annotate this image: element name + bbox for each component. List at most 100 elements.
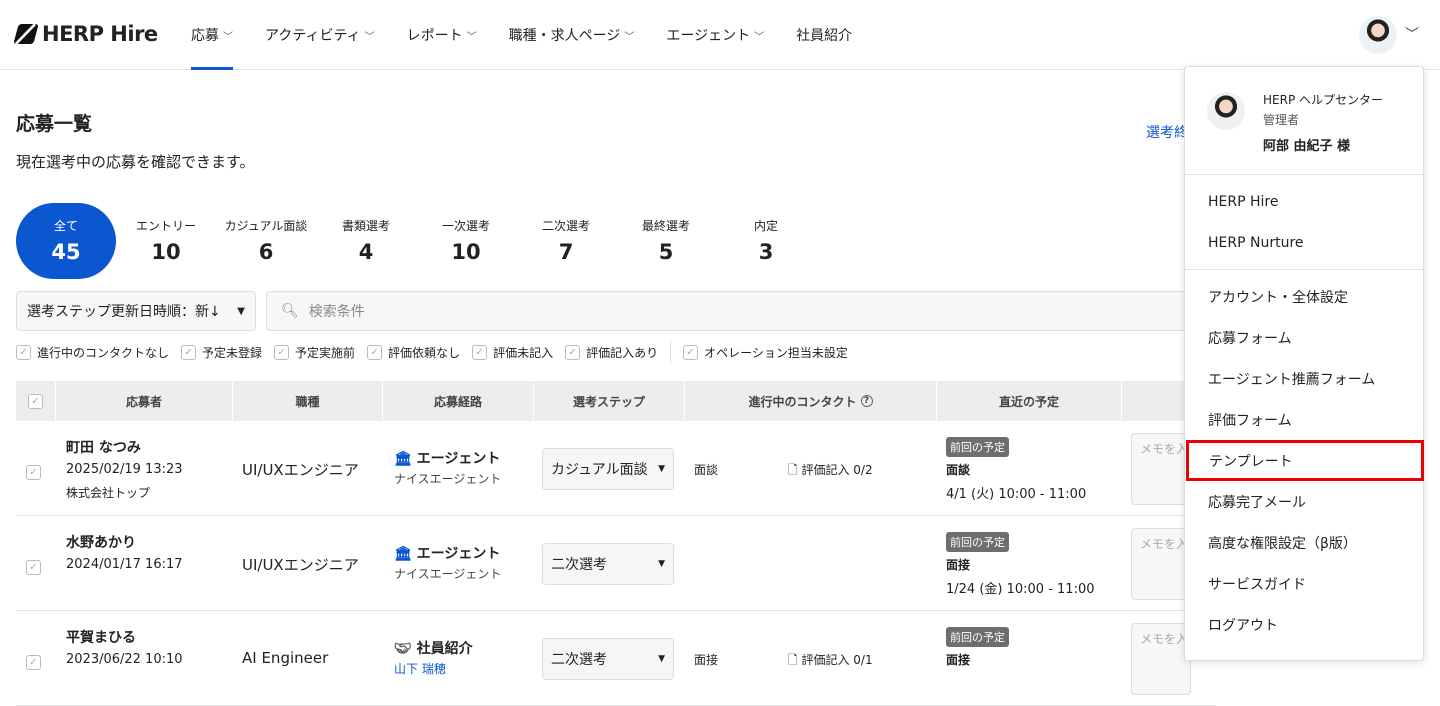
checkbox[interactable]: ✓ xyxy=(274,344,290,360)
herp-hire-logo[interactable]: HERP Hire xyxy=(13,22,158,46)
stat-count: 6 xyxy=(258,240,274,264)
checkbox[interactable]: ✓ xyxy=(683,344,699,360)
sort-value: 選考ステップ更新日時順：新↓ xyxy=(27,304,221,320)
filter-no-operator[interactable]: ✓ オペレーション担当未設定 xyxy=(683,344,848,361)
memo-input[interactable]: メモを入力 xyxy=(1131,528,1191,600)
previous-schedule-badge: 前回の予定 xyxy=(946,532,1009,552)
stat-final[interactable]: 最終選考 5 xyxy=(616,203,716,279)
menu-evaluation-form[interactable]: 評価フォーム xyxy=(1185,399,1423,440)
menu-herp-hire[interactable]: HERP Hire xyxy=(1185,181,1423,222)
filter-before-schedule[interactable]: ✓ 予定実施前 xyxy=(274,344,355,361)
filter-no-schedule[interactable]: ✓ 予定未登録 xyxy=(181,344,262,361)
route-label: エージェント xyxy=(416,451,501,467)
contact-type: 面接 xyxy=(694,653,719,667)
nav-agent[interactable]: エージェント ﹀ xyxy=(666,0,764,70)
route-icon: 🏛︎ xyxy=(394,546,412,562)
sort-select[interactable]: 選考ステップ更新日時順：新↓ ▼ xyxy=(16,291,256,331)
finished-link[interactable]: 選考終 xyxy=(1146,122,1188,142)
nav-activity[interactable]: アクティビティ ﹀ xyxy=(265,0,375,70)
memo-input[interactable]: メモを入力 xyxy=(1131,433,1191,505)
nav-jobs[interactable]: 職種・求人ページ ﹀ xyxy=(509,0,635,70)
route: 🤝︎ 社員紹介 xyxy=(394,638,473,658)
filter-no-contact[interactable]: ✓ 進行中のコンタクトなし xyxy=(16,344,169,361)
step-select[interactable]: カジュアル面談 ▼ xyxy=(542,448,674,490)
nav-referral[interactable]: 社員紹介 xyxy=(796,0,852,70)
column-job[interactable]: 職種 xyxy=(233,381,383,421)
job-title: UI/UXエンジニア xyxy=(242,461,359,479)
document-icon: 🗋 xyxy=(788,463,798,477)
menu-logout[interactable]: ログアウト xyxy=(1185,604,1423,645)
chevron-down-icon: ﹀ xyxy=(624,31,635,43)
stat-first[interactable]: 一次選考 10 xyxy=(416,203,516,279)
settings-section: アカウント・全体設定 応募フォーム エージェント推薦フォーム 評価フォーム テン… xyxy=(1185,270,1424,651)
stat-document[interactable]: 書類選考 4 xyxy=(316,203,416,279)
checkbox[interactable]: ✓ xyxy=(16,344,31,360)
menu-account-settings[interactable]: アカウント・全体設定 xyxy=(1185,276,1423,317)
stat-casual[interactable]: カジュアル面談 6 xyxy=(216,203,316,279)
applicant-name[interactable]: 水野あかり xyxy=(66,532,136,552)
event-time: 4/1 (火) 10:00 - 11:00 xyxy=(946,487,1087,502)
table-row[interactable]: ✓ 水野あかり 2024/01/17 16:17 UI/UXエンジニア 🏛︎ エ… xyxy=(16,516,1216,611)
checkbox[interactable]: ✓ xyxy=(472,344,488,360)
chevron-down-icon[interactable]: ﹀ xyxy=(1405,24,1419,44)
column-route[interactable]: 応募経路 xyxy=(383,381,534,421)
column-schedule[interactable]: 直近の予定 xyxy=(937,381,1122,421)
logo-mark-icon xyxy=(13,24,39,44)
filter-eval-unwritten[interactable]: ✓ 評価未記入 xyxy=(472,344,553,361)
stat-entry[interactable]: エントリー 10 xyxy=(116,203,216,279)
stat-label: エントリー xyxy=(135,219,196,233)
applicant-name[interactable]: 平賀まひる xyxy=(66,627,136,647)
column-step[interactable]: 選考ステップ xyxy=(534,381,685,421)
menu-agent-form[interactable]: エージェント推薦フォーム xyxy=(1185,358,1423,399)
table-row[interactable]: ✓ 平賀まひる 2023/06/22 10:10 AI Engineer 🤝︎ … xyxy=(16,611,1216,706)
nav-applications[interactable]: 応募 ﹀ xyxy=(191,0,233,70)
contact-type: 面談 xyxy=(694,463,719,477)
checkbox[interactable]: ✓ xyxy=(367,344,383,360)
filter-eval-written[interactable]: ✓ 評価記入あり xyxy=(565,344,658,361)
menu-herp-nurture[interactable]: HERP Nurture xyxy=(1185,222,1423,263)
search-placeholder: 検索条件 xyxy=(308,304,365,320)
applied-date: 2023/06/22 10:10 xyxy=(66,652,183,667)
user-info: HERP ヘルプセンター 管理者 阿部 由紀子 様 xyxy=(1185,67,1423,175)
menu-advanced-permissions[interactable]: 高度な権限設定（β版） xyxy=(1185,522,1423,563)
nav-label: アクティビティ xyxy=(265,28,361,44)
step-select[interactable]: 二次選考 ▼ xyxy=(542,543,674,585)
filter-no-eval-request[interactable]: ✓ 評価依頼なし xyxy=(367,344,460,361)
evaluation-link[interactable]: 🗋 評価記入 0/1 xyxy=(788,651,873,672)
top-header: HERP Hire 応募 ﹀ アクティビティ ﹀ レポート ﹀ 職種・求人ページ ﹀ エ… xyxy=(0,0,1440,70)
row-checkbox[interactable]: ✓ xyxy=(26,560,41,575)
select-all-checkbox[interactable]: ✓ xyxy=(28,393,43,409)
user-avatar[interactable] xyxy=(1359,16,1397,54)
row-checkbox[interactable]: ✓ xyxy=(26,465,41,480)
nav-report[interactable]: レポート ﹀ xyxy=(407,0,477,70)
applicant-name[interactable]: 町田 なつみ xyxy=(66,437,141,457)
checkbox[interactable]: ✓ xyxy=(181,344,197,360)
stat-second[interactable]: 二次選考 7 xyxy=(516,203,616,279)
memo-input[interactable]: メモを入力 xyxy=(1131,623,1191,695)
stat-all[interactable]: 全て 45 xyxy=(16,203,116,279)
stat-label: 最終選考 xyxy=(641,219,690,233)
main-nav: 応募 ﹀ アクティビティ ﹀ レポート ﹀ 職種・求人ページ ﹀ エージェント ﹀ 社員紹… xyxy=(191,0,884,70)
previous-schedule-badge: 前回の予定 xyxy=(946,437,1009,457)
table-row[interactable]: ✓ 町田 なつみ 2025/02/19 13:23 株式会社トップ UI/UXエ… xyxy=(16,421,1216,516)
menu-template[interactable]: テンプレート xyxy=(1186,440,1424,481)
column-applicant[interactable]: 応募者 xyxy=(56,381,233,421)
checkbox[interactable]: ✓ xyxy=(565,344,581,360)
stat-count: 4 xyxy=(358,240,374,264)
user-name: 阿部 由紀子 様 xyxy=(1263,139,1351,154)
help-icon[interactable]: ? xyxy=(860,395,873,407)
menu-application-form[interactable]: 応募フォーム xyxy=(1185,317,1423,358)
stat-count: 3 xyxy=(758,240,774,264)
menu-service-guide[interactable]: サービスガイド xyxy=(1185,563,1423,604)
column-contact[interactable]: 進行中のコンタクト? xyxy=(685,381,937,421)
menu-completion-mail[interactable]: 応募完了メール xyxy=(1185,481,1423,522)
select-all-header: ✓ xyxy=(16,381,56,421)
step-value: 二次選考 xyxy=(551,557,607,573)
filter-label: 予定未登録 xyxy=(202,345,263,360)
route-detail: 山下 瑞穂 xyxy=(394,662,446,676)
stat-offer[interactable]: 内定 3 xyxy=(716,203,816,279)
search-input[interactable]: 🔍︎ 検索条件 xyxy=(266,291,1266,331)
step-select[interactable]: 二次選考 ▼ xyxy=(542,638,674,680)
evaluation-link[interactable]: 🗋 評価記入 0/2 xyxy=(788,461,873,482)
route-icon: 🤝︎ xyxy=(394,641,412,657)
